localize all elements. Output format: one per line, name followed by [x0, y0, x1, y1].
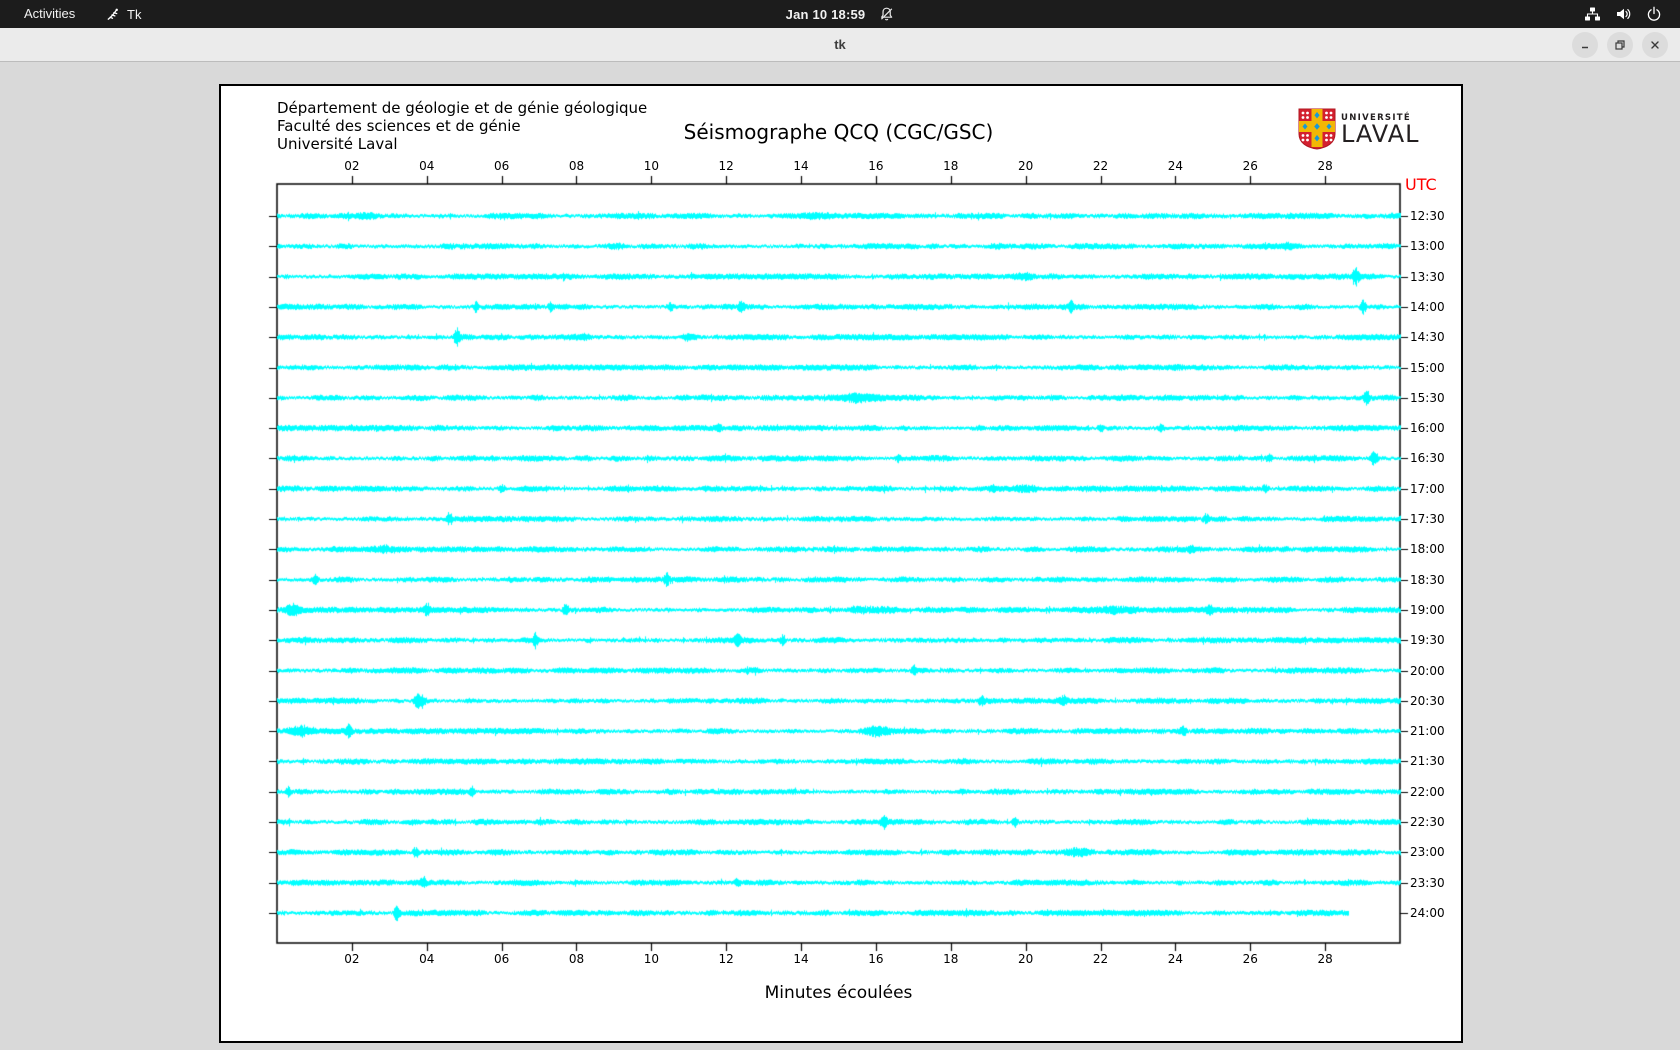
utc-time-label: 23:30	[1410, 875, 1445, 890]
gnome-top-bar: Activities Tk Jan 10 18:59	[0, 0, 1680, 28]
seismograph-figure: Département de géologie et de génie géol…	[219, 84, 1463, 1043]
utc-time-label: 20:00	[1410, 663, 1445, 678]
utc-time-label: 22:30	[1410, 815, 1445, 830]
x-tick-label-top: 24	[1167, 159, 1184, 173]
utc-time-label: 23:00	[1410, 845, 1445, 860]
x-tick-label-bottom: 26	[1242, 952, 1258, 966]
utc-time-label: 19:00	[1410, 602, 1445, 617]
x-tick-label-bottom: 06	[493, 952, 510, 966]
x-tick-label-bottom: 24	[1167, 952, 1184, 966]
clock-label: Jan 10 18:59	[785, 6, 866, 22]
window-titlebar[interactable]: tk	[0, 28, 1680, 62]
app-menu[interactable]: Tk	[105, 0, 141, 28]
laval-wordmark: UNIVERSITÉ LAVAL	[1341, 113, 1420, 148]
screen: { "desktop": { "topbar": { "activities":…	[0, 0, 1680, 1050]
tk-client-area: Département de géologie et de génie géol…	[0, 63, 1680, 1050]
x-tick-label-top: 22	[1092, 159, 1109, 173]
x-tick-label-top: 26	[1242, 159, 1258, 173]
x-tick-label-bottom: 20	[1018, 952, 1034, 966]
x-tick-label-bottom: 04	[419, 952, 435, 966]
x-tick-label-top: 16	[868, 159, 884, 173]
minimize-icon	[1582, 46, 1588, 49]
x-tick-label-top: 28	[1317, 159, 1333, 173]
utc-axis-label: UTC	[1405, 175, 1437, 194]
utc-time-label: 22:00	[1410, 784, 1445, 799]
tk-icon	[107, 8, 118, 20]
x-tick-label-bottom: 08	[568, 952, 585, 966]
x-tick-label-top: 02	[344, 159, 360, 173]
utc-time-label: 14:30	[1410, 330, 1445, 345]
utc-time-label: 18:00	[1410, 542, 1445, 557]
clock-button[interactable]: Jan 10 18:59	[786, 0, 895, 28]
power-icon	[1647, 6, 1661, 21]
laval-logo: UNIVERSITÉ LAVAL	[1298, 108, 1419, 150]
activities-button[interactable]: Activities	[24, 0, 75, 28]
system-tray[interactable]	[1584, 0, 1662, 28]
figure-canvas: Département de géologie et de génie géol…	[221, 86, 1461, 1041]
utc-time-label: 20:30	[1410, 693, 1445, 708]
utc-time-label: 15:00	[1410, 360, 1445, 375]
x-tick-label-bottom: 18	[943, 952, 959, 966]
bell-slash-icon	[880, 7, 892, 21]
utc-time-label: 21:00	[1410, 724, 1445, 739]
x-tick-label-top: 14	[793, 159, 809, 173]
maximize-button[interactable]	[1607, 32, 1633, 58]
utc-time-label: 12:30	[1410, 209, 1445, 223]
app-menu-label: Tk	[127, 6, 142, 22]
window-title: tk	[834, 37, 846, 52]
utc-time-label: 13:30	[1410, 269, 1445, 284]
institution-line-1: Département de géologie et de génie géol…	[277, 99, 648, 117]
laval-shield-icon	[1298, 108, 1336, 150]
utc-time-label: 14:00	[1410, 299, 1445, 314]
x-tick-label-bottom: 16	[868, 952, 884, 966]
x-tick-label-bottom: 02	[344, 952, 360, 966]
x-tick-label-top: 20	[1018, 159, 1034, 173]
utc-time-label: 17:00	[1410, 481, 1445, 496]
x-tick-label-top: 10	[643, 159, 659, 173]
x-tick-label-top: 18	[943, 159, 959, 173]
x-tick-label-bottom: 12	[718, 952, 734, 966]
close-icon	[1651, 41, 1659, 49]
x-tick-label-top: 08	[568, 159, 585, 173]
x-tick-label-bottom: 10	[643, 952, 659, 966]
x-tick-label-bottom: 14	[793, 952, 809, 966]
utc-time-label: 18:30	[1410, 572, 1445, 587]
utc-time-label: 16:00	[1410, 421, 1445, 436]
utc-time-label: 21:30	[1410, 754, 1445, 769]
x-tick-label-bottom: 22	[1092, 952, 1109, 966]
close-button[interactable]	[1642, 32, 1668, 58]
minimize-button[interactable]	[1572, 32, 1598, 58]
x-tick-label-top: 12	[718, 159, 734, 173]
utc-time-label: 16:30	[1410, 451, 1445, 466]
utc-time-label: 15:30	[1410, 390, 1445, 405]
x-axis-label: Minutes écoulées	[764, 983, 913, 1003]
laval-wordmark-bottom: LAVAL	[1341, 120, 1420, 148]
x-tick-label-top: 06	[493, 159, 510, 173]
volume-icon	[1617, 8, 1631, 20]
x-tick-label-top: 04	[419, 159, 435, 173]
network-icon	[1585, 7, 1600, 21]
utc-time-label: 13:00	[1410, 239, 1445, 254]
x-tick-label-bottom: 28	[1317, 952, 1333, 966]
figure-title: Séismographe QCQ (CGC/GSC)	[683, 120, 994, 144]
utc-time-label: 17:30	[1410, 512, 1445, 527]
window-controls	[1572, 32, 1668, 58]
utc-time-label: 19:30	[1410, 633, 1445, 648]
restore-icon	[1615, 40, 1625, 50]
seismogram-plot	[221, 86, 1461, 1041]
utc-time-label: 24:00	[1410, 906, 1445, 920]
